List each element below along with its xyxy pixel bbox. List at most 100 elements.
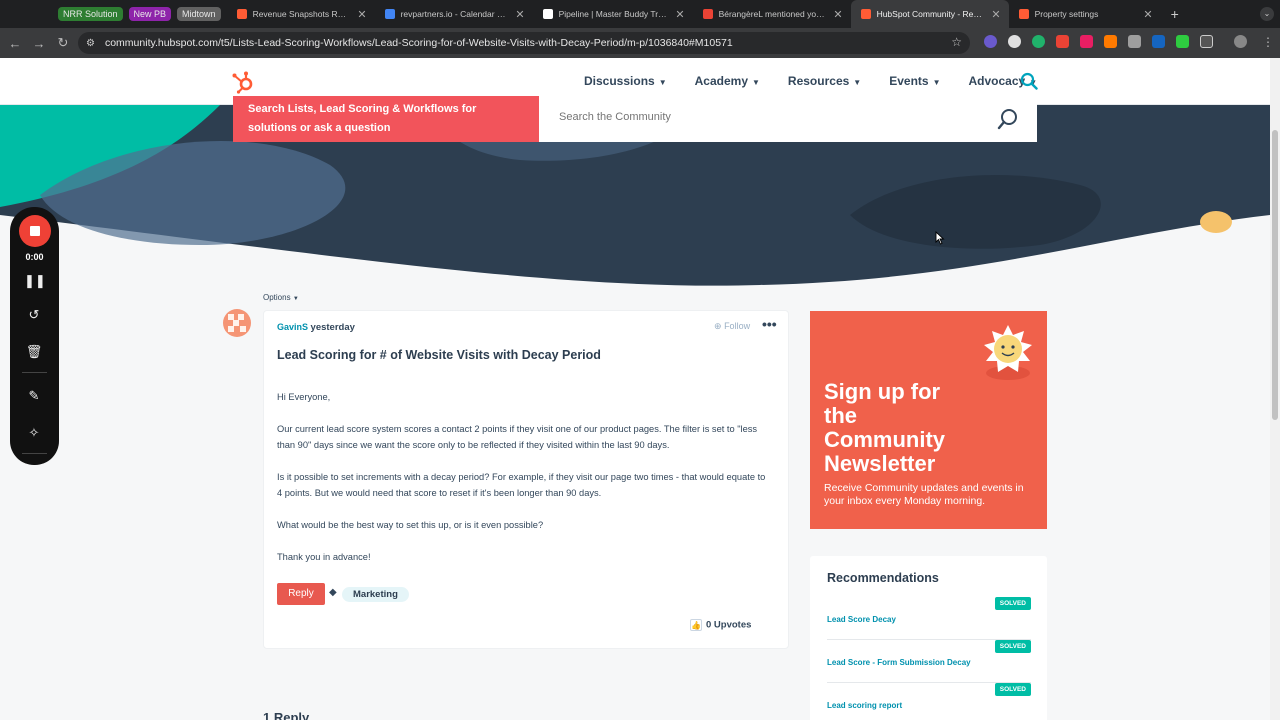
tab-group-nrr[interactable]: NRR Solution: [58, 7, 123, 21]
pen-icon[interactable]: ✎: [24, 388, 44, 406]
gmail-favicon-icon: [702, 9, 713, 19]
recording-timer: 0:00: [25, 252, 44, 262]
browser-menu-icon[interactable]: ⋮: [1256, 35, 1280, 49]
browser-tab[interactable]: BérangèreL mentioned you in ✕: [693, 0, 851, 28]
newsletter-promo[interactable]: Sign up for the Community Newsletter Rec…: [810, 311, 1047, 529]
tab-title: BérangèreL mentioned you in: [718, 9, 826, 19]
upvote-count: 0 Upvotes: [706, 619, 752, 631]
pause-icon[interactable]: ❚❚: [24, 273, 46, 291]
post-date: yesterday: [310, 322, 355, 333]
extension-icon[interactable]: [1032, 35, 1045, 48]
post-paragraph: Is it possible to set increments with a …: [277, 472, 766, 498]
nav-label: Academy: [694, 74, 748, 88]
back-icon[interactable]: ←: [3, 36, 27, 51]
avatar[interactable]: [223, 309, 251, 337]
main-nav: Discussions ▼ Academy ▼ Resources ▼ Events ▼…: [584, 74, 1037, 88]
post-paragraph: Hi Everyone,: [277, 392, 331, 402]
profile-avatar-icon[interactable]: [1234, 35, 1247, 48]
url-text[interactable]: community.hubspot.com/t5/Lists-Lead-Scor…: [105, 37, 733, 49]
community-search-input[interactable]: [559, 111, 959, 123]
search-field-wrapper[interactable]: [539, 96, 1037, 142]
browser-tab[interactable]: Revenue Snapshots Roll-up ✕: [227, 0, 375, 28]
search-icon[interactable]: [997, 108, 1019, 130]
recommendation-link[interactable]: Lead Score - Form Submission Decay: [827, 658, 971, 667]
scrollbar-thumb[interactable]: [1272, 130, 1278, 420]
divider: [22, 372, 47, 373]
nav-discussions[interactable]: Discussions ▼: [584, 74, 667, 88]
site-info-icon[interactable]: ⚙: [86, 38, 95, 49]
extensions-puzzle-icon[interactable]: [1200, 35, 1213, 48]
browser-tab-strip: NRR Solution New PB Midtown Revenue Snap…: [0, 0, 1280, 28]
post-paragraph: What would be the best way to set this u…: [277, 520, 544, 530]
reload-icon[interactable]: ↻: [51, 35, 75, 51]
post-paragraph: Our current lead score system scores a c…: [277, 424, 758, 450]
recommendation-link[interactable]: Lead scoring report: [827, 701, 902, 710]
divider: [22, 453, 47, 454]
upvote-control[interactable]: 👍 0 Upvotes: [690, 619, 751, 631]
recommendation-item[interactable]: SOLVED Lead scoring report: [827, 683, 1031, 720]
author-link[interactable]: GavinS: [277, 322, 308, 332]
nav-label: Advocacy: [968, 74, 1026, 88]
tab-group-new-pb[interactable]: New PB: [128, 7, 172, 21]
stop-recording-button[interactable]: [19, 215, 51, 247]
nav-label: Resources: [787, 74, 850, 88]
mouse-cursor-icon: [935, 231, 945, 245]
extension-icon[interactable]: [984, 35, 997, 48]
stop-icon: [30, 226, 40, 236]
solved-badge: SOLVED: [994, 640, 1031, 653]
extension-icon[interactable]: [1080, 35, 1093, 48]
recommendation-item[interactable]: SOLVED Lead Score - Form Submission Deca…: [827, 640, 1031, 683]
solved-badge: SOLVED: [994, 683, 1031, 696]
more-options-icon[interactable]: •••: [762, 316, 777, 332]
nav-label: Events: [889, 74, 929, 88]
address-bar[interactable]: ⚙ community.hubspot.com/t5/Lists-Lead-Sc…: [78, 32, 970, 54]
nav-events[interactable]: Events ▼: [889, 74, 940, 88]
thumbs-up-icon[interactable]: 👍: [690, 619, 702, 631]
chevron-down-icon: ▼: [853, 78, 862, 87]
calendar-favicon-icon: [384, 9, 395, 19]
sun-mascot-icon: [984, 325, 1032, 380]
extension-icon[interactable]: [1152, 35, 1165, 48]
browser-tab[interactable]: Pipeline | Master Buddy Tracker ✕: [533, 0, 693, 28]
browser-tab[interactable]: Property settings ✕: [1009, 0, 1161, 28]
nav-academy[interactable]: Academy ▼: [695, 74, 760, 88]
extension-icon[interactable]: [1104, 35, 1117, 48]
search-icon[interactable]: [1020, 72, 1038, 90]
extension-icon[interactable]: [1128, 35, 1141, 48]
close-tab-icon[interactable]: ✕: [357, 8, 366, 21]
screen-recorder-toolbar: 0:00 ❚❚ ↺ 🗑 ✎ ✧: [10, 207, 59, 465]
doc-favicon-icon: [542, 9, 553, 19]
close-tab-icon[interactable]: ✕: [675, 8, 684, 21]
bookmark-star-icon[interactable]: ☆: [951, 35, 962, 49]
forward-icon[interactable]: →: [27, 36, 51, 51]
tag-icon: ◆: [329, 587, 337, 598]
restart-icon[interactable]: ↺: [24, 307, 44, 325]
options-dropdown[interactable]: Options ▼: [263, 293, 299, 302]
browser-tab[interactable]: revpartners.io - Calendar - Week ✕: [375, 0, 533, 28]
follow-button[interactable]: ⊕ Follow: [714, 321, 750, 332]
browser-tab-active[interactable]: HubSpot Community - Re: Lead ✕: [850, 0, 1009, 28]
promo-subtitle: Receive Community updates and events in …: [824, 482, 1024, 507]
close-tab-icon[interactable]: ✕: [833, 8, 842, 21]
hubspot-favicon-icon: [236, 9, 247, 19]
nav-resources[interactable]: Resources ▼: [788, 74, 861, 88]
tab-search-icon[interactable]: ⌄: [1260, 7, 1274, 21]
close-tab-icon[interactable]: ✕: [991, 8, 1000, 21]
recommendation-item[interactable]: SOLVED Lead Score Decay: [827, 597, 1031, 640]
hubspot-logo-icon[interactable]: [231, 70, 255, 94]
trash-icon[interactable]: 🗑: [24, 344, 44, 362]
extension-icon[interactable]: [1056, 35, 1069, 48]
new-tab-button[interactable]: +: [1171, 6, 1179, 22]
page-scrollbar[interactable]: [1270, 58, 1280, 720]
recommendations-title: Recommendations: [827, 571, 939, 585]
recommendation-link[interactable]: Lead Score Decay: [827, 615, 896, 624]
hubspot-favicon-icon: [1018, 9, 1029, 19]
reply-button[interactable]: Reply: [277, 583, 325, 605]
close-tab-icon[interactable]: ✕: [515, 8, 524, 21]
magic-wand-icon[interactable]: ✧: [24, 425, 44, 443]
extension-icon[interactable]: [1176, 35, 1189, 48]
tag-marketing[interactable]: Marketing: [342, 587, 409, 602]
close-tab-icon[interactable]: ✕: [1143, 8, 1152, 21]
extension-icon[interactable]: [1008, 35, 1021, 48]
tab-group-midtown[interactable]: Midtown: [177, 7, 221, 21]
